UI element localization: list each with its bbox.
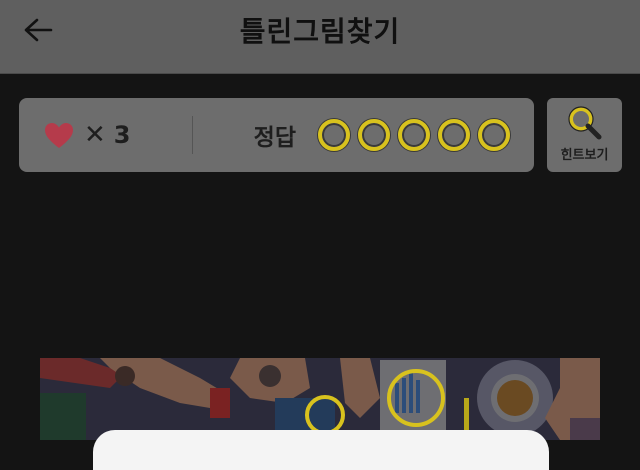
bottom-sheet: [93, 430, 549, 470]
answer-slot: [438, 119, 470, 151]
multiply-sign: ✕: [84, 120, 106, 150]
top-bar: 틀린그림찾기: [0, 0, 640, 74]
answer-tracker: 정답: [254, 118, 510, 152]
answer-slot: [318, 119, 350, 151]
hint-label: 힌트보기: [560, 148, 609, 163]
answer-label: 정답: [253, 125, 296, 151]
magnifier-icon: [567, 106, 601, 140]
divider: [192, 116, 193, 154]
heart-icon: [45, 122, 73, 148]
lives-count: 3: [113, 121, 131, 149]
page-title: 틀린그림찾기: [239, 15, 401, 48]
lives-counter: ✕ 3: [44, 118, 131, 152]
puzzle-photo: [40, 358, 600, 440]
hint-button[interactable]: 힌트보기: [547, 98, 622, 172]
answer-slot: [358, 119, 390, 151]
status-panel: ✕ 3 정답: [19, 98, 534, 172]
answer-slot: [398, 119, 430, 151]
answer-slot: [478, 119, 510, 151]
puzzle-image[interactable]: [40, 358, 600, 440]
